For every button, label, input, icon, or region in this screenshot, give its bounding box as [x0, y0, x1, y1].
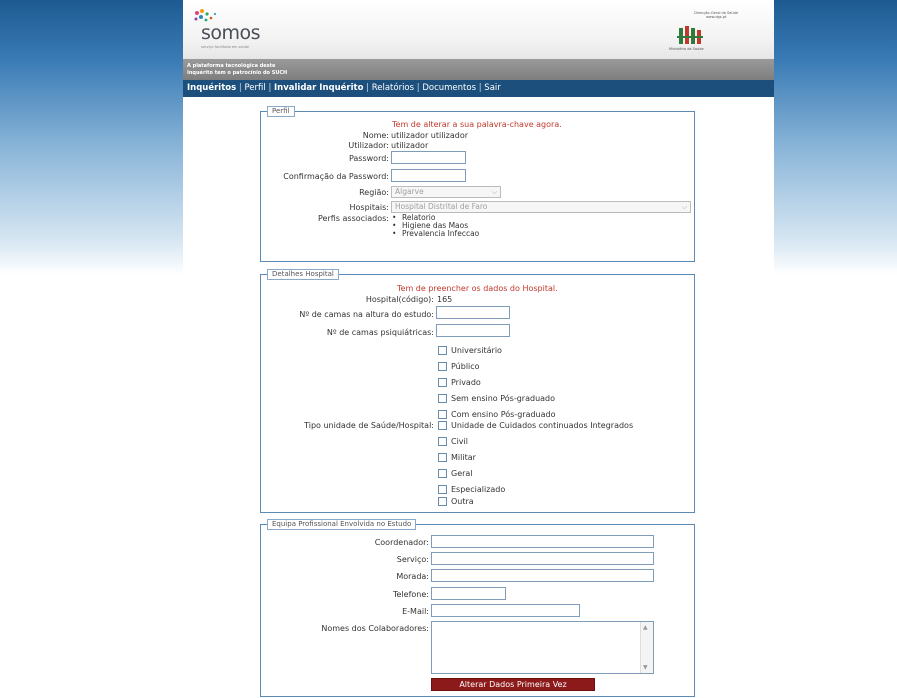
hospitais-select[interactable]: Hospital Distrital de Faro ⌵: [391, 201, 691, 213]
camas-input[interactable]: [436, 306, 510, 319]
checkbox-militar[interactable]: [438, 453, 447, 462]
confirm-password-input[interactable]: [391, 169, 466, 182]
camas-label: Nº de camas na altura do estudo:: [299, 310, 434, 319]
password-input[interactable]: [391, 151, 466, 164]
checkbox-label: Público: [451, 362, 480, 371]
checkbox-label: Outra: [451, 497, 474, 506]
codigo-value: 165: [437, 295, 453, 304]
scroll-up-icon[interactable]: ▲: [643, 624, 648, 631]
perfil-legend: Perfil: [267, 106, 295, 117]
checkbox-sem-ensino[interactable]: [438, 394, 447, 403]
servico-input[interactable]: [431, 552, 654, 565]
main-nav: Inquéritos | Perfil | Invalidar Inquérit…: [183, 80, 774, 97]
nav-separator: |: [268, 83, 272, 93]
email-label: E-Mail:: [402, 607, 429, 616]
checkbox-label: Civil: [451, 437, 468, 446]
checkbox-publico[interactable]: [438, 362, 447, 371]
scrollbar[interactable]: ▲ ▼: [640, 622, 653, 673]
colaboradores-textarea[interactable]: ▲ ▼: [431, 621, 654, 674]
nav-documentos[interactable]: Documentos: [422, 83, 476, 93]
checkbox-label: Especializado: [451, 485, 506, 494]
telefone-label: Telefone:: [393, 590, 429, 599]
coordenador-input[interactable]: [431, 535, 654, 548]
dgs-url: www.dgs.pt: [705, 15, 727, 19]
checkbox-label: Geral: [451, 469, 473, 478]
perfil-fieldset: Perfil: [260, 106, 695, 262]
servico-label: Serviço:: [396, 555, 429, 564]
chevron-down-icon: ⌵: [681, 203, 687, 211]
hospitais-value: Hospital Distrital de Faro: [395, 202, 488, 211]
email-input[interactable]: [431, 604, 580, 617]
site-header: somos serviço facilitado em saúde Direcç…: [183, 0, 774, 59]
confirm-password-label: Confirmação da Password:: [283, 172, 389, 181]
tipo-unidade-label: Tipo unidade de Saúde/Hospital:: [304, 421, 434, 430]
morada-label: Morada:: [396, 572, 429, 581]
checkbox-label: Privado: [451, 378, 481, 387]
hospitais-label: Hospitais:: [349, 203, 389, 212]
equipa-legend: Equipa Profissional Envolvida no Estudo: [267, 519, 417, 530]
nav-perfil[interactable]: Perfil: [244, 83, 265, 93]
logo-text: somos: [201, 22, 261, 44]
nome-label: Nome:: [362, 131, 389, 140]
regiao-label: Região:: [359, 188, 389, 197]
nome-value: utilizador utilizador: [391, 131, 469, 140]
nav-separator: |: [478, 83, 482, 93]
perfil-item: Prevalencia Infeccao: [392, 230, 479, 238]
chevron-down-icon: ⌵: [491, 188, 497, 196]
nav-invalidar-inquerito[interactable]: Invalidar Inquérito: [274, 83, 363, 93]
utilizador-label: Utilizador:: [348, 141, 389, 150]
nav-sair[interactable]: Sair: [484, 83, 500, 93]
perfis-label: Perfis associados:: [318, 214, 389, 223]
sponsor-bar: A plataforma tecnológica deste Inquérito…: [183, 59, 774, 80]
codigo-label: Hospital(código):: [365, 295, 434, 304]
checkbox-civil[interactable]: [438, 437, 447, 446]
checkbox-outra[interactable]: [438, 497, 447, 506]
hospital-legend: Detalhes Hospital: [267, 269, 339, 280]
perfil-warning: Tem de alterar a sua palavra-chave agora…: [392, 120, 562, 129]
password-label: Password:: [348, 154, 389, 163]
camas-psiquiatricas-input[interactable]: [436, 324, 510, 337]
coordenador-label: Coordenador:: [374, 538, 429, 547]
nav-relatorios[interactable]: Relatórios: [372, 83, 414, 93]
checkbox-geral[interactable]: [438, 469, 447, 478]
checkbox-especializado[interactable]: [438, 485, 447, 494]
checkbox-universitario[interactable]: [438, 346, 447, 355]
logo-tagline: serviço facilitado em saúde: [201, 45, 250, 49]
colaboradores-label: Nomes dos Colaboradores:: [321, 624, 429, 633]
scroll-down-icon[interactable]: ▼: [643, 664, 648, 671]
utilizador-value: utilizador: [391, 141, 429, 150]
sponsor-line-2: Inquérito tem o patrocínio do SUCH: [187, 70, 288, 76]
telefone-input[interactable]: [431, 587, 506, 600]
nav-separator: |: [238, 83, 242, 93]
checkbox-label: Universitário: [451, 346, 502, 355]
nav-separator: |: [416, 83, 420, 93]
camas-psiquiatricas-label: Nº de camas psiquiátricas:: [326, 328, 434, 337]
checkbox-label: Unidade de Cuidados continuados Integrad…: [451, 421, 634, 430]
hospital-warning: Tem de preencher os dados do Hospital.: [397, 284, 558, 293]
alterar-dados-button[interactable]: Alterar Dados Primeira Vez: [431, 678, 595, 691]
regiao-select[interactable]: Algarve ⌵: [391, 186, 501, 198]
checkbox-cuidados-continuados[interactable]: [438, 421, 447, 430]
morada-input[interactable]: [431, 569, 654, 582]
perfis-list: Relatorio Higiene das Maos Prevalencia I…: [392, 214, 479, 238]
checkbox-com-ensino[interactable]: [438, 410, 447, 419]
checkbox-label: Com ensino Pós-graduado: [451, 410, 556, 419]
page-container: somos serviço facilitado em saúde Direcç…: [183, 0, 774, 698]
checkbox-privado[interactable]: [438, 378, 447, 387]
ministry-label: Ministério da Saúde: [669, 47, 704, 51]
checkbox-label: Militar: [451, 453, 476, 462]
nav-separator: |: [366, 83, 370, 93]
ministry-emblem-icon: [677, 26, 703, 44]
dgs-label: Direcção-Geral da Saúde www.dgs.pt: [694, 11, 738, 19]
nav-inqueritos[interactable]: Inquéritos: [187, 83, 236, 93]
checkbox-label: Sem ensino Pós-graduado: [451, 394, 556, 403]
regiao-value: Algarve: [395, 187, 424, 196]
sponsor-line-1: A plataforma tecnológica deste: [187, 63, 276, 69]
